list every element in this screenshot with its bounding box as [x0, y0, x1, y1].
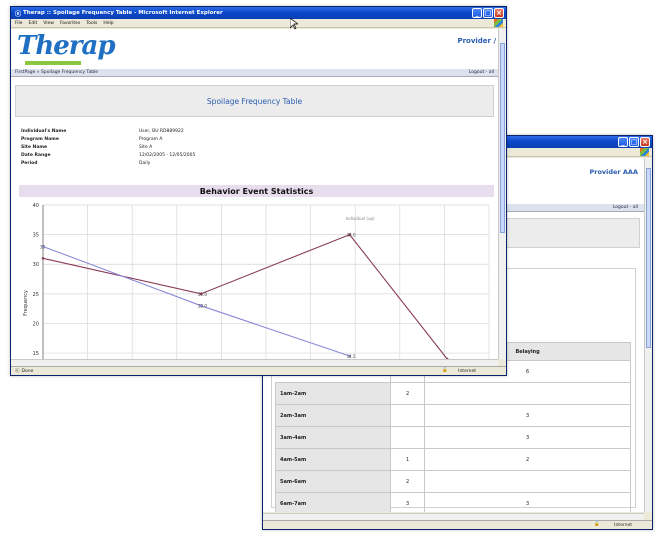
minimize-icon[interactable]: _ [472, 8, 482, 18]
y-tick-label: 40 [33, 203, 39, 209]
y-tick-label: 15 [33, 351, 39, 357]
menu-tools[interactable]: Tools [86, 21, 97, 26]
front-window-titlebar[interactable]: ⓔ Therap :: Spoilage Frequency Table - M… [11, 7, 506, 19]
back-horizontal-scrollbar[interactable] [263, 513, 644, 520]
maximize-icon[interactable]: □ [629, 137, 639, 147]
windows-logo-icon [494, 19, 503, 27]
logo-underline [25, 61, 81, 65]
table-cell [389, 404, 426, 427]
logout-link[interactable]: Logout - all [469, 70, 494, 75]
internet-zone-label: Internet [458, 369, 476, 374]
ie-page-icon: ⓔ [15, 369, 20, 374]
data-label: 23.0 [198, 304, 207, 309]
front-content: Therap Provider / FirstPage » Spoilage F… [11, 29, 498, 359]
table-cell [389, 426, 426, 449]
status-text: Done [21, 368, 34, 374]
table-cell [424, 470, 631, 493]
info-row: Period Daily [21, 160, 151, 166]
table-row: 3am-4am 3 [275, 426, 631, 449]
behavior-event-chart: 15 20 25 30 35 40 Frequency Individual (up) 25.0… [23, 203, 490, 359]
lock-icon: 🔒 [442, 368, 448, 373]
row-label: 3am-4am [275, 426, 391, 449]
menu-view[interactable]: View [43, 21, 54, 26]
breadcrumb[interactable]: FirstPage » Spoilage Frequency Table [15, 70, 98, 75]
maximize-icon[interactable]: □ [483, 8, 493, 18]
data-label: 33 [40, 244, 46, 249]
row-label: 6am-7am [275, 492, 391, 512]
internet-zone-label: Internet [614, 523, 632, 528]
back-provider-label: Provider AAA [589, 168, 638, 176]
series-line [42, 245, 350, 357]
data-label: 25.0 [198, 292, 207, 297]
info-row: Program Name Program A [21, 136, 163, 142]
breadcrumb-bar: FirstPage » Spoilage Frequency Table Log… [11, 69, 498, 77]
row-label: 4am-5am [275, 448, 391, 471]
y-axis-label: Frequency [23, 290, 29, 316]
table-cell: 1 [389, 448, 426, 471]
front-statusbar: ⓔ Done 🔒 Internet [11, 366, 506, 375]
chart-title: Behavior Event Statistics [199, 186, 314, 196]
info-row: Date Range 12/02/2005 - 12/05/2005 [21, 152, 196, 158]
mouse-cursor-icon [290, 18, 298, 30]
data-point [41, 257, 45, 260]
info-row: Individual's Name User, BU RD889922 [21, 128, 184, 134]
table-row: 4am-5am 1 2 [275, 448, 631, 471]
back-statusbar: 🔒 Internet [263, 520, 652, 529]
minimize-icon[interactable]: _ [618, 137, 628, 147]
table-cell: 2 [389, 470, 426, 493]
lock-icon: 🔒 [594, 522, 600, 527]
table-row: 1am-2am 2 [275, 382, 631, 405]
row-label: 1am-2am [275, 382, 391, 405]
back-vertical-scrollbar[interactable] [644, 158, 652, 512]
close-icon[interactable]: × [494, 8, 504, 18]
window-title: Therap :: Spoilage Frequency Table - Mic… [23, 10, 223, 16]
table-cell: 3 [424, 404, 631, 427]
windows-logo-icon [640, 148, 649, 156]
menu-edit[interactable]: Edit [29, 21, 38, 26]
row-label: 2am-3am [275, 404, 391, 427]
chart-annotation: Individual (up) [346, 216, 375, 221]
table-cell: 2 [389, 382, 426, 405]
front-vertical-scrollbar[interactable] [498, 29, 506, 359]
y-tick-label: 30 [33, 262, 39, 268]
page-title: Spoilage Frequency Table [206, 96, 303, 106]
therap-logo: Therap [17, 31, 116, 61]
row-label: 5am-6am [275, 470, 391, 493]
ie-icon: ⓔ [15, 10, 22, 18]
y-tick-label: 20 [33, 321, 39, 327]
back-logout-link[interactable]: Logout - all [613, 205, 638, 210]
table-cell: 3 [424, 426, 631, 449]
table-row: 5am-6am 2 [275, 470, 631, 493]
provider-label: Provider / [457, 37, 496, 45]
chart-title-bar: Behavior Event Statistics [19, 185, 494, 197]
y-tick-label: 35 [33, 233, 39, 239]
info-panel: Individual's Name User, BU RD889922 Progr… [19, 127, 197, 167]
page-title-band: Spoilage Frequency Table [15, 85, 494, 117]
y-tick-label: 25 [33, 292, 39, 298]
menu-help[interactable]: Help [103, 21, 113, 26]
series-line [42, 233, 448, 359]
menu-file[interactable]: File [15, 21, 23, 26]
data-label: 35.0 [347, 233, 356, 238]
table-cell: 2 [424, 448, 631, 471]
front-browser-window: ⓔ Therap :: Spoilage Frequency Table - M… [10, 6, 507, 376]
front-menubar: File Edit View Favorites Tools Help [11, 19, 506, 28]
table-cell [424, 382, 631, 405]
close-icon[interactable]: × [640, 137, 650, 147]
table-cell: 3 [389, 492, 426, 512]
table-cell: 3 [424, 492, 631, 512]
table-row: 6am-7am 3 3 [275, 492, 631, 512]
front-horizontal-scrollbar[interactable] [11, 359, 498, 366]
menu-favorites[interactable]: Favorites [60, 21, 80, 26]
info-row: Site Name Site A [21, 144, 153, 150]
table-row: 2am-3am 3 [275, 404, 631, 427]
